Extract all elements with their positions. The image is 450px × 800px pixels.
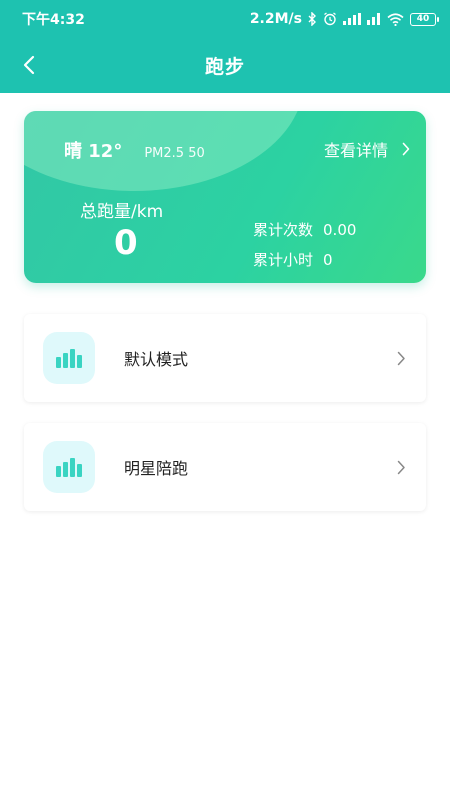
signal-icon xyxy=(343,13,361,25)
view-details-link[interactable]: 查看详情 xyxy=(324,137,410,161)
network-speed: 2.2M/s xyxy=(249,11,302,27)
chevron-right-icon xyxy=(402,142,410,156)
wifi-icon xyxy=(387,12,404,26)
bar-chart-icon xyxy=(43,441,95,493)
app-header: 下午4:32 2.2M/s 40 跑步 xyxy=(0,0,450,93)
count-label: 累计次数 xyxy=(253,221,314,239)
view-details-label: 查看详情 xyxy=(323,141,388,160)
mode-item-default[interactable]: 默认模式 xyxy=(24,314,426,402)
nav-bar: 跑步 xyxy=(0,38,450,93)
total-distance-value: 0 xyxy=(114,223,138,263)
hours-label: 累计小时 xyxy=(253,251,314,269)
mode-label: 默认模式 xyxy=(124,350,189,369)
weather-text: 晴 12° xyxy=(64,141,123,162)
hd-signal-icon xyxy=(367,13,381,25)
total-distance-label: 总跑量/km xyxy=(80,202,164,222)
mode-label: 明星陪跑 xyxy=(124,459,189,478)
hours-row: 累计小时 0 xyxy=(253,245,356,275)
status-time: 下午4:32 xyxy=(22,12,85,28)
count-row: 累计次数 0.00 xyxy=(253,215,356,245)
battery-icon: 40 xyxy=(410,12,439,26)
back-button[interactable] xyxy=(14,50,44,80)
status-icons: 2.2M/s 40 xyxy=(249,11,439,27)
chevron-right-icon xyxy=(397,351,406,366)
chevron-right-icon xyxy=(397,460,406,475)
status-bar: 下午4:32 2.2M/s 40 xyxy=(0,0,450,38)
bluetooth-icon xyxy=(308,12,317,26)
stats-block: 累计次数 0.00 累计小时 0 xyxy=(253,215,356,275)
alarm-icon xyxy=(323,12,337,26)
page-title: 跑步 xyxy=(204,56,245,78)
count-value: 0.00 xyxy=(323,221,357,239)
pm25-text: PM2.5 50 xyxy=(144,146,205,161)
chevron-left-icon xyxy=(23,55,35,75)
running-summary-card: 晴 12° PM2.5 50 查看详情 总跑量/km 0 累计次数 0.00 累… xyxy=(24,111,426,283)
hours-value: 0 xyxy=(323,251,333,269)
bar-chart-icon xyxy=(43,332,95,384)
mode-item-celebrity-run[interactable]: 明星陪跑 xyxy=(24,423,426,511)
weather-row: 晴 12° PM2.5 50 xyxy=(64,137,205,163)
